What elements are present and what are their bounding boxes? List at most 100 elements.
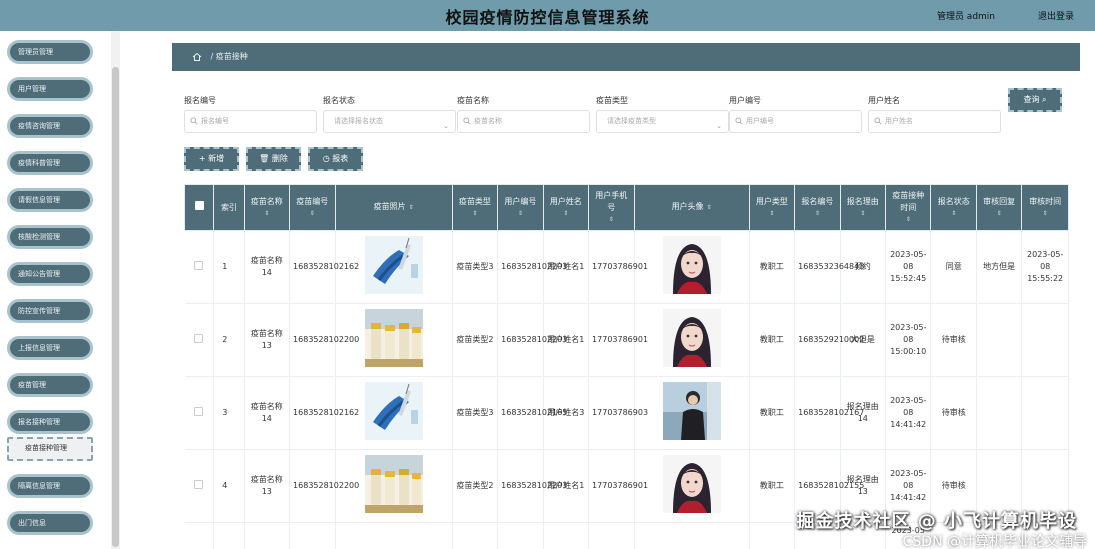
sidebar-item[interactable]: 防控宣传管理 — [7, 299, 93, 323]
sidebar-scrollbar[interactable] — [111, 31, 120, 549]
breadcrumb: / 疫苗接种 — [172, 43, 1080, 71]
column-header[interactable]: 疫苗接种时间 ⇕ — [885, 184, 932, 231]
partial-cell — [588, 522, 635, 549]
row-select-cell[interactable] — [184, 449, 215, 523]
sidebar-item[interactable]: 疫苗管理 — [7, 373, 93, 397]
column-header[interactable]: 用户编号 ⇕ — [497, 184, 544, 231]
row-select-cell[interactable] — [184, 230, 215, 304]
user-avatar[interactable] — [662, 236, 721, 294]
column-header[interactable]: 报名理由 ⇕ — [839, 184, 887, 231]
cell-vaccine-no: 1683528102200 — [289, 449, 359, 523]
sidebar-item[interactable]: 出门信息 — [7, 511, 93, 535]
column-header[interactable]: 审核回复 ⇕ — [975, 184, 1023, 231]
sort-icon[interactable]: ⇕ — [980, 208, 1018, 220]
vaccine-photo[interactable] — [364, 455, 423, 513]
select-placeholder: 请选择疫苗类型 — [607, 117, 656, 125]
add-button[interactable]: + 新增 — [184, 147, 239, 171]
sort-icon[interactable]: ⇕ — [592, 214, 630, 226]
user-avatar[interactable] — [662, 382, 721, 440]
sidebar-item[interactable]: 上报信息管理 — [7, 336, 93, 360]
sort-icon[interactable]: ⇕ — [798, 208, 836, 220]
row-checkbox[interactable] — [194, 260, 204, 270]
sidebar-item[interactable]: 疫苗接种管理 — [7, 437, 93, 461]
search-input[interactable]: 疫苗名称 — [457, 110, 590, 133]
search-select[interactable]: 请选择报名状态 ⌄ — [323, 110, 456, 133]
sort-icon[interactable]: ⇕ — [501, 208, 539, 220]
sort-icon[interactable]: ⇕ — [844, 208, 882, 220]
sort-icon[interactable]: ⇕ — [889, 214, 927, 226]
sidebar-item[interactable]: 核酸检测管理 — [7, 225, 93, 249]
column-header[interactable]: 疫苗名称 ⇕ — [243, 184, 291, 231]
sort-icon[interactable]: ⇕ — [409, 204, 414, 211]
table-row[interactable]: 1 疫苗名称14 1683528102162 疫苗类型3 1683528102203 用户… — [184, 230, 1069, 304]
column-header[interactable]: 用户姓名 ⇕ — [542, 184, 590, 231]
sidebar-item[interactable]: 疫情科普管理 — [7, 151, 93, 175]
sidebar-item[interactable]: 用户管理 — [7, 77, 93, 101]
query-button[interactable]: 查询 ⌕ — [1008, 88, 1062, 112]
column-header-label: 疫苗接种时间 — [892, 190, 925, 212]
table-row[interactable]: 3 疫苗名称14 1683528102162 疫苗类型3 1683528102165 用户… — [184, 376, 1069, 450]
watermark: 掘金技术社区 @ 小飞计算机毕设 — [796, 511, 1077, 532]
cell-text: 疫苗名称14 — [250, 402, 283, 423]
cell-text: 教职工 — [759, 335, 784, 344]
logout-link[interactable]: 退出登录 — [1038, 9, 1074, 22]
cell-text: 1683528102200 — [293, 481, 360, 490]
sidebar-item[interactable]: 通知公告管理 — [7, 262, 93, 286]
row-checkbox[interactable] — [194, 406, 204, 416]
cell-text: 2023-05-08 14:41:42 — [890, 396, 927, 429]
cell-text: 17703786903 — [592, 408, 649, 417]
row-checkbox[interactable] — [194, 479, 204, 489]
column-header[interactable]: 用户类型 ⇕ — [748, 184, 796, 231]
cell-audit-time: 2023-05-08 15:55:22 — [1021, 230, 1069, 304]
scrollbar-thumb[interactable] — [112, 67, 119, 547]
table-row[interactable]: 2 疫苗名称13 1683528102200 疫苗类型2 1683528102203 用户… — [184, 303, 1069, 377]
report-button[interactable]: ◷ 报表 — [308, 147, 363, 171]
column-header[interactable]: 审核时间 ⇕ — [1021, 184, 1069, 231]
top-bar: 校园疫情防控信息管理系统 管理员 admin 退出登录 — [0, 0, 1095, 31]
sort-icon[interactable]: ⇕ — [248, 208, 286, 220]
user-avatar[interactable] — [662, 455, 721, 513]
user-avatar[interactable] — [662, 309, 721, 367]
sidebar-item[interactable]: 疫情咨询管理 — [7, 114, 93, 138]
column-header[interactable]: 报名状态 ⇕ — [930, 184, 977, 231]
sidebar-item[interactable]: 报名接种管理 — [7, 410, 93, 434]
sort-icon[interactable]: ⇕ — [934, 208, 972, 220]
vaccine-photo[interactable] — [364, 309, 423, 367]
sidebar-item[interactable]: 隔离信息管理 — [7, 474, 93, 498]
chevron-down-icon[interactable]: ⌄ — [716, 116, 722, 137]
vaccine-photo[interactable] — [364, 382, 423, 440]
row-checkbox[interactable] — [194, 333, 204, 343]
column-header[interactable]: 疫苗编号 ⇕ — [289, 184, 336, 231]
delete-button[interactable]: 🗑 删除 — [246, 147, 301, 171]
sort-icon[interactable]: ⇕ — [456, 208, 494, 220]
search-select[interactable]: 请选择疫苗类型 ⌄ — [596, 110, 729, 133]
column-header[interactable]: 报名编号 ⇕ — [794, 184, 841, 231]
column-header[interactable]: 疫苗类型 ⇕ — [451, 184, 499, 231]
row-select-cell[interactable] — [184, 376, 215, 450]
chevron-down-icon[interactable]: ⌄ — [443, 116, 449, 137]
row-select-cell[interactable] — [184, 303, 215, 377]
column-header[interactable]: 用户头像 ⇕ — [633, 184, 750, 231]
cell-user-name: 用户姓名1 — [543, 303, 590, 377]
sort-icon[interactable]: ⇕ — [753, 208, 791, 220]
sidebar-item[interactable]: 管理员管理 — [7, 40, 93, 64]
sidebar-item[interactable]: 请假信息管理 — [7, 188, 93, 212]
home-icon[interactable] — [192, 52, 202, 62]
column-header[interactable]: 疫苗照片 ⇕ — [334, 184, 453, 231]
column-header[interactable]: 用户手机号 ⇕ — [588, 184, 635, 231]
cell-text: 疫苗名称13 — [250, 329, 283, 350]
sort-icon[interactable]: ⇕ — [293, 208, 331, 220]
select-all-checkbox[interactable] — [194, 201, 204, 210]
sort-icon[interactable]: ⇕ — [547, 208, 585, 220]
search-label: 报名状态 — [323, 96, 355, 105]
vaccine-photo[interactable] — [364, 236, 423, 294]
column-header-label: 疫苗照片 — [373, 202, 406, 211]
cell-text: 教职工 — [759, 408, 784, 417]
search-input[interactable]: 用户编号 — [729, 110, 862, 133]
sort-icon[interactable]: ⇕ — [707, 204, 712, 211]
search-input[interactable]: 报名编号 — [184, 110, 317, 133]
sort-icon[interactable]: ⇕ — [1025, 208, 1065, 220]
search-input[interactable]: 用户姓名 — [868, 110, 1001, 133]
select-all-cell[interactable] — [183, 184, 215, 231]
vaccination-table: 索引 疫苗名称 ⇕ 疫苗编号 ⇕ 疫苗照片 ⇕ 疫苗类型 ⇕ 用户编号 ⇕ 用户姓名 ⇕ 用户手机号 ⇕ 用户… — [183, 184, 1069, 549]
